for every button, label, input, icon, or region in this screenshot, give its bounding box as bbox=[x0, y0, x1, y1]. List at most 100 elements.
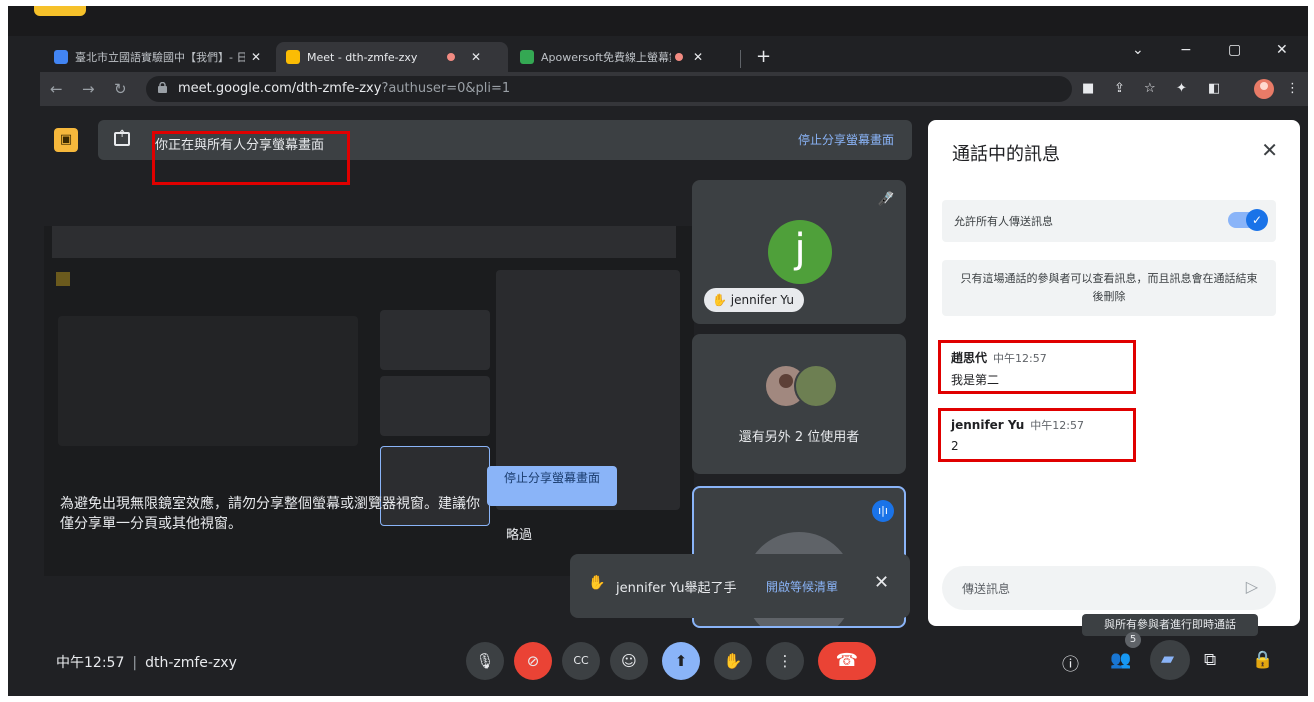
share-icon[interactable]: ⇪ bbox=[1114, 81, 1125, 96]
message-sender: jennifer Yu bbox=[951, 418, 1025, 432]
people-count-badge: 5 bbox=[1125, 632, 1141, 648]
tab-apowersoft[interactable]: Apowersoft免費線上螢幕錄 ✕ bbox=[510, 42, 736, 72]
meeting-info: 中午12:57 | dth-zmfe-zxy bbox=[56, 655, 237, 671]
chat-panel: 通話中的訊息 ✕ 允許所有人傳送訊息 只有這場通話的參與者可以查看訊息，而且訊息… bbox=[928, 120, 1300, 626]
raised-hand-toast: ✋ jennifer Yu舉起了手 開啟等候清單 ✕ bbox=[570, 554, 910, 618]
back-icon[interactable]: ← bbox=[50, 80, 63, 98]
tab-strip: 臺北市立國語實驗國中【我們】- 日誌 ✕ Meet - dth-zmfe-zxy… bbox=[40, 36, 1308, 72]
close-icon[interactable]: ✕ bbox=[874, 572, 889, 593]
stop-sharing-link[interactable]: 停止分享螢幕畫面 bbox=[798, 131, 894, 148]
yellow-tab-stub bbox=[34, 6, 86, 16]
message-body: 我是第二 bbox=[951, 373, 1000, 387]
emoji-button[interactable]: ☺ bbox=[610, 642, 648, 680]
bookmark-star-icon[interactable]: ☆ bbox=[1144, 81, 1156, 96]
allow-messages-label: 允許所有人傳送訊息 bbox=[954, 215, 1053, 228]
presenting-icon: ▣ bbox=[54, 128, 78, 152]
url-text: meet.google.com/dth-zmfe-zxy?authuser=0&… bbox=[178, 81, 511, 96]
message-time: 中午12:57 bbox=[1030, 419, 1084, 432]
allow-messages-toggle[interactable] bbox=[1228, 209, 1268, 231]
participant-name: jennifer Yu bbox=[730, 293, 794, 307]
chat-title: 通話中的訊息 bbox=[952, 144, 1060, 165]
apowersoft-icon bbox=[520, 50, 534, 64]
mic-button[interactable]: 🎙 bbox=[466, 642, 504, 680]
meet-icon bbox=[286, 50, 300, 64]
calendar-icon bbox=[54, 50, 68, 64]
others-count-label: 還有另外 2 位使用者 bbox=[738, 430, 860, 445]
end-call-button[interactable]: ☎ bbox=[818, 642, 876, 680]
raised-hand-name-tag: ✋ jennifer Yu bbox=[704, 288, 804, 312]
infinity-mirror-warning: 為避免出現無限鏡室效應，請勿分享整個螢幕或瀏覽器視窗。建議你僅分享單一分頁或其他… bbox=[60, 496, 480, 532]
chat-tooltip: 與所有參與者進行即時通話 bbox=[1082, 614, 1258, 636]
camera-icon[interactable]: ■ bbox=[1082, 81, 1094, 96]
participant-tile-jennifer[interactable]: 🎤̸ j ✋ jennifer Yu bbox=[692, 180, 906, 324]
mirrored-tile bbox=[380, 376, 490, 436]
message-sender: 趙思代 bbox=[951, 351, 988, 365]
present-screen-icon bbox=[114, 129, 130, 146]
more-options-button[interactable]: ⋮ bbox=[766, 642, 804, 680]
open-queue-link[interactable]: 開啟等候清單 bbox=[766, 578, 838, 595]
camera-off-button[interactable]: ⊘ bbox=[514, 642, 552, 680]
minimize-icon[interactable]: − bbox=[1180, 42, 1192, 58]
close-tab-icon[interactable]: ✕ bbox=[251, 50, 261, 64]
close-tab-icon[interactable]: ✕ bbox=[471, 50, 481, 64]
meet-stage: ▣ 你正在與所有人分享螢幕畫面 停止分享螢幕畫面 為避免出現無限鏡室效應，請勿分… bbox=[40, 106, 1308, 696]
lock-icon bbox=[158, 82, 167, 93]
close-tab-icon[interactable]: ✕ bbox=[693, 50, 703, 64]
tab-search-icon[interactable]: ⌄ bbox=[1132, 42, 1144, 58]
chat-message: jennifer Yu 中午12:57 2 bbox=[938, 408, 1136, 462]
people-icon[interactable]: 👥 bbox=[1110, 650, 1131, 670]
host-controls-icon[interactable]: 🔒 bbox=[1252, 650, 1273, 670]
recording-dot-icon bbox=[447, 53, 455, 61]
mirrored-tile bbox=[380, 310, 490, 370]
toast-text: jennifer Yu舉起了手 bbox=[616, 581, 737, 596]
new-tab-button[interactable]: + bbox=[756, 46, 771, 67]
close-chat-icon[interactable]: ✕ bbox=[1261, 138, 1278, 162]
chat-message: 趙思代 中午12:57 我是第二 bbox=[938, 340, 1136, 394]
info-icon[interactable]: ⓘ bbox=[1062, 650, 1079, 675]
reload-icon[interactable]: ↻ bbox=[114, 80, 127, 98]
avatar: j bbox=[768, 220, 832, 284]
speaking-indicator-icon: ı|ı bbox=[872, 500, 894, 522]
skip-button[interactable]: 略過 bbox=[506, 524, 532, 543]
hand-icon: ✋ bbox=[588, 575, 606, 591]
share-banner: 你正在與所有人分享螢幕畫面 停止分享螢幕畫面 bbox=[98, 120, 912, 185]
activities-icon[interactable]: ⧉ bbox=[1204, 650, 1216, 670]
raise-hand-button[interactable]: ✋ bbox=[714, 642, 752, 680]
browser-chrome: 臺北市立國語實驗國中【我們】- 日誌 ✕ Meet - dth-zmfe-zxy… bbox=[40, 36, 1308, 106]
top-strip bbox=[8, 6, 1308, 36]
present-button[interactable]: ⬆ bbox=[662, 642, 700, 680]
menu-kebab-icon[interactable]: ⋮ bbox=[1286, 81, 1299, 96]
extensions-icon[interactable]: ✦ bbox=[1176, 81, 1187, 96]
mirrored-stage bbox=[58, 316, 358, 446]
chat-button[interactable]: ▰ bbox=[1150, 640, 1190, 680]
message-body: 2 bbox=[951, 439, 959, 453]
hand-icon: ✋ bbox=[712, 293, 731, 307]
side-panel-icon[interactable]: ◧ bbox=[1208, 81, 1220, 96]
stop-share-button[interactable]: 停止分享螢幕畫面 bbox=[487, 466, 617, 506]
message-input[interactable]: 傳送訊息 ▷ bbox=[942, 566, 1276, 610]
close-window-icon[interactable]: ✕ bbox=[1276, 42, 1288, 58]
clock-time: 中午12:57 bbox=[56, 655, 125, 671]
profile-avatar[interactable] bbox=[1254, 79, 1274, 99]
avatar bbox=[794, 364, 838, 408]
participant-tile-others[interactable]: 還有另外 2 位使用者 bbox=[692, 334, 906, 474]
maximize-icon[interactable]: ▢ bbox=[1228, 42, 1241, 58]
app-window: 臺北市立國語實驗國中【我們】- 日誌 ✕ Meet - dth-zmfe-zxy… bbox=[8, 6, 1308, 696]
address-bar[interactable]: meet.google.com/dth-zmfe-zxy?authuser=0&… bbox=[146, 76, 1072, 102]
send-icon[interactable]: ▷ bbox=[1246, 577, 1258, 596]
captions-button[interactable]: CC bbox=[562, 642, 600, 680]
address-row: ← → ↻ meet.google.com/dth-zmfe-zxy?authu… bbox=[40, 72, 1308, 106]
forward-icon[interactable]: → bbox=[82, 80, 95, 98]
share-banner-message: 你正在與所有人分享螢幕畫面 bbox=[152, 131, 350, 185]
message-placeholder: 傳送訊息 bbox=[962, 582, 1011, 596]
chat-info-notice: 只有這場通話的參與者可以查看訊息，而且訊息會在通話結束後刪除 bbox=[942, 260, 1276, 316]
tab-meet[interactable]: Meet - dth-zmfe-zxy ✕ bbox=[276, 42, 508, 72]
mic-off-icon: 🎤̸ bbox=[877, 192, 894, 207]
tab-school[interactable]: 臺北市立國語實驗國中【我們】- 日誌 ✕ bbox=[44, 42, 274, 72]
allow-messages-row: 允許所有人傳送訊息 bbox=[942, 200, 1276, 242]
chat-icon: ▰ bbox=[1161, 649, 1175, 669]
message-time: 中午12:57 bbox=[993, 352, 1047, 365]
tab-separator bbox=[740, 50, 741, 68]
meeting-code: dth-zmfe-zxy bbox=[145, 655, 237, 671]
mirrored-browser-bar bbox=[52, 226, 676, 258]
